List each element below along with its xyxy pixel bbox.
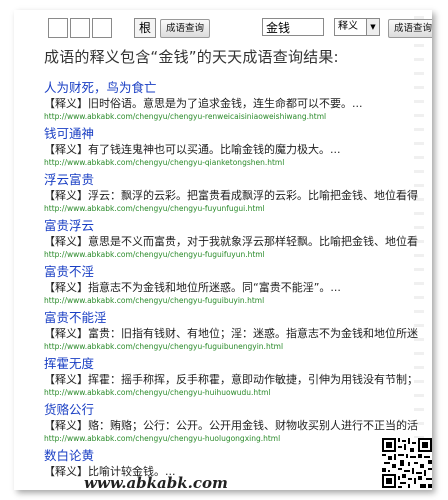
result-title-link[interactable]: 数白论黄 bbox=[44, 448, 432, 464]
search-input[interactable]: 金钱 bbox=[262, 18, 324, 36]
page-sheet: 根 成语查询 金钱 释义 ▼ 成语查询 成语的释义包含“金钱”的天天成语查询结果… bbox=[14, 10, 432, 490]
char-input-4[interactable]: 根 bbox=[134, 18, 156, 38]
list-item: 浮云富贵 【释义】浮云：飘浮的云彩。把富贵看成飘浮的云彩。比喻把金钱、地位看得 … bbox=[44, 172, 432, 218]
result-url[interactable]: http://www.abkabk.com/chengyu/chengyu-re… bbox=[44, 112, 432, 122]
result-description: 【释义】有了钱连鬼神也可以买通。比喻金钱的魔力极大。... bbox=[44, 143, 341, 156]
idiom-search-button-left[interactable]: 成语查询 bbox=[160, 19, 210, 38]
result-description: 【释义】赂：贿赂；公行：公开。公开用金钱、财物收买别人进行不正当的活 bbox=[44, 419, 418, 432]
result-url[interactable]: http://www.abkabk.com/chengyu/chengyu-fu… bbox=[44, 204, 432, 214]
result-title-link[interactable]: 浮云富贵 bbox=[44, 172, 432, 188]
search-toolbar: 根 成语查询 金钱 释义 ▼ 成语查询 bbox=[48, 18, 432, 40]
site-watermark: www.abkabk.com bbox=[84, 474, 228, 492]
result-url[interactable]: http://www.abkabk.com/chengyu/chengyu-fu… bbox=[44, 296, 432, 306]
result-title-link[interactable]: 富贵不淫 bbox=[44, 264, 432, 280]
char-input-2[interactable] bbox=[70, 18, 90, 38]
char-input-3[interactable] bbox=[92, 18, 112, 38]
result-description: 【释义】富贵：旧指有钱财、有地位；淫：迷惑。指意志不为金钱和地位所迷 bbox=[44, 327, 418, 340]
result-url[interactable]: http://www.abkabk.com/chengyu/chengyu-hu… bbox=[44, 434, 432, 444]
result-title-link[interactable]: 富贵不能淫 bbox=[44, 310, 432, 326]
list-item: 挥霍无度 【释义】挥霍：摇手称挥，反手称霍，意即动作敏捷，引伸为用钱没有节制； … bbox=[44, 356, 432, 402]
result-description: 【释义】意思是不义而富贵，对于我就象浮云那样轻飘。比喻把金钱、地位看 bbox=[44, 235, 418, 248]
result-url[interactable]: http://www.abkabk.com/chengyu/chengyu-fu… bbox=[44, 342, 432, 352]
list-item: 钱可通神 【释义】有了钱连鬼神也可以买通。比喻金钱的魔力极大。... http:… bbox=[44, 126, 432, 172]
result-title-link[interactable]: 富贵浮云 bbox=[44, 218, 432, 234]
result-url[interactable]: http://www.abkabk.com/chengyu/chengyu-fu… bbox=[44, 250, 432, 260]
result-description: 【释义】浮云：飘浮的云彩。把富贵看成飘浮的云彩。比喻把金钱、地位看得 bbox=[44, 189, 418, 202]
results-list: 人为财死，鸟为食亡 【释义】旧时俗语。意思是为了追求金钱，连生命都可以不要。..… bbox=[44, 80, 432, 490]
result-description: 【释义】挥霍：摇手称挥，反手称霍，意即动作敏捷，引伸为用钱没有节制； bbox=[44, 373, 418, 386]
qr-code-icon bbox=[382, 438, 432, 488]
result-title-link[interactable]: 挥霍无度 bbox=[44, 356, 432, 372]
result-title-link[interactable]: 钱可通神 bbox=[44, 126, 432, 142]
search-mode-value: 释义 bbox=[338, 21, 358, 32]
result-title-link[interactable]: 人为财死，鸟为食亡 bbox=[44, 80, 432, 96]
result-description: 【释义】旧时俗语。意思是为了追求金钱，连生命都可以不要。... bbox=[44, 97, 363, 110]
list-item: 富贵不能淫 【释义】富贵：旧指有钱财、有地位；淫：迷惑。指意志不为金钱和地位所迷… bbox=[44, 310, 432, 356]
list-item: 人为财死，鸟为食亡 【释义】旧时俗语。意思是为了追求金钱，连生命都可以不要。..… bbox=[44, 80, 432, 126]
result-title-link[interactable]: 货赂公行 bbox=[44, 402, 432, 418]
chevron-down-icon[interactable]: ▼ bbox=[366, 19, 379, 35]
result-url[interactable]: http://www.abkabk.com/chengyu/chengyu-qi… bbox=[44, 158, 432, 168]
list-item: 富贵不淫 【释义】指意志不为金钱和地位所迷惑。同“富贵不能淫”。... http… bbox=[44, 264, 432, 310]
char-input-1[interactable] bbox=[48, 18, 68, 38]
result-url[interactable]: http://www.abkabk.com/chengyu/chengyu-hu… bbox=[44, 388, 432, 398]
list-item: 货赂公行 【释义】赂：贿赂；公行：公开。公开用金钱、财物收买别人进行不正当的活 … bbox=[44, 402, 432, 448]
result-description: 【释义】指意志不为金钱和地位所迷惑。同“富贵不能淫”。... bbox=[44, 281, 341, 294]
list-item: 富贵浮云 【释义】意思是不义而富贵，对于我就象浮云那样轻飘。比喻把金钱、地位看 … bbox=[44, 218, 432, 264]
idiom-search-button-right[interactable]: 成语查询 bbox=[388, 19, 432, 38]
results-heading: 成语的释义包含“金钱”的天天成语查询结果: bbox=[44, 48, 339, 66]
search-mode-select[interactable]: 释义 ▼ bbox=[334, 18, 380, 36]
